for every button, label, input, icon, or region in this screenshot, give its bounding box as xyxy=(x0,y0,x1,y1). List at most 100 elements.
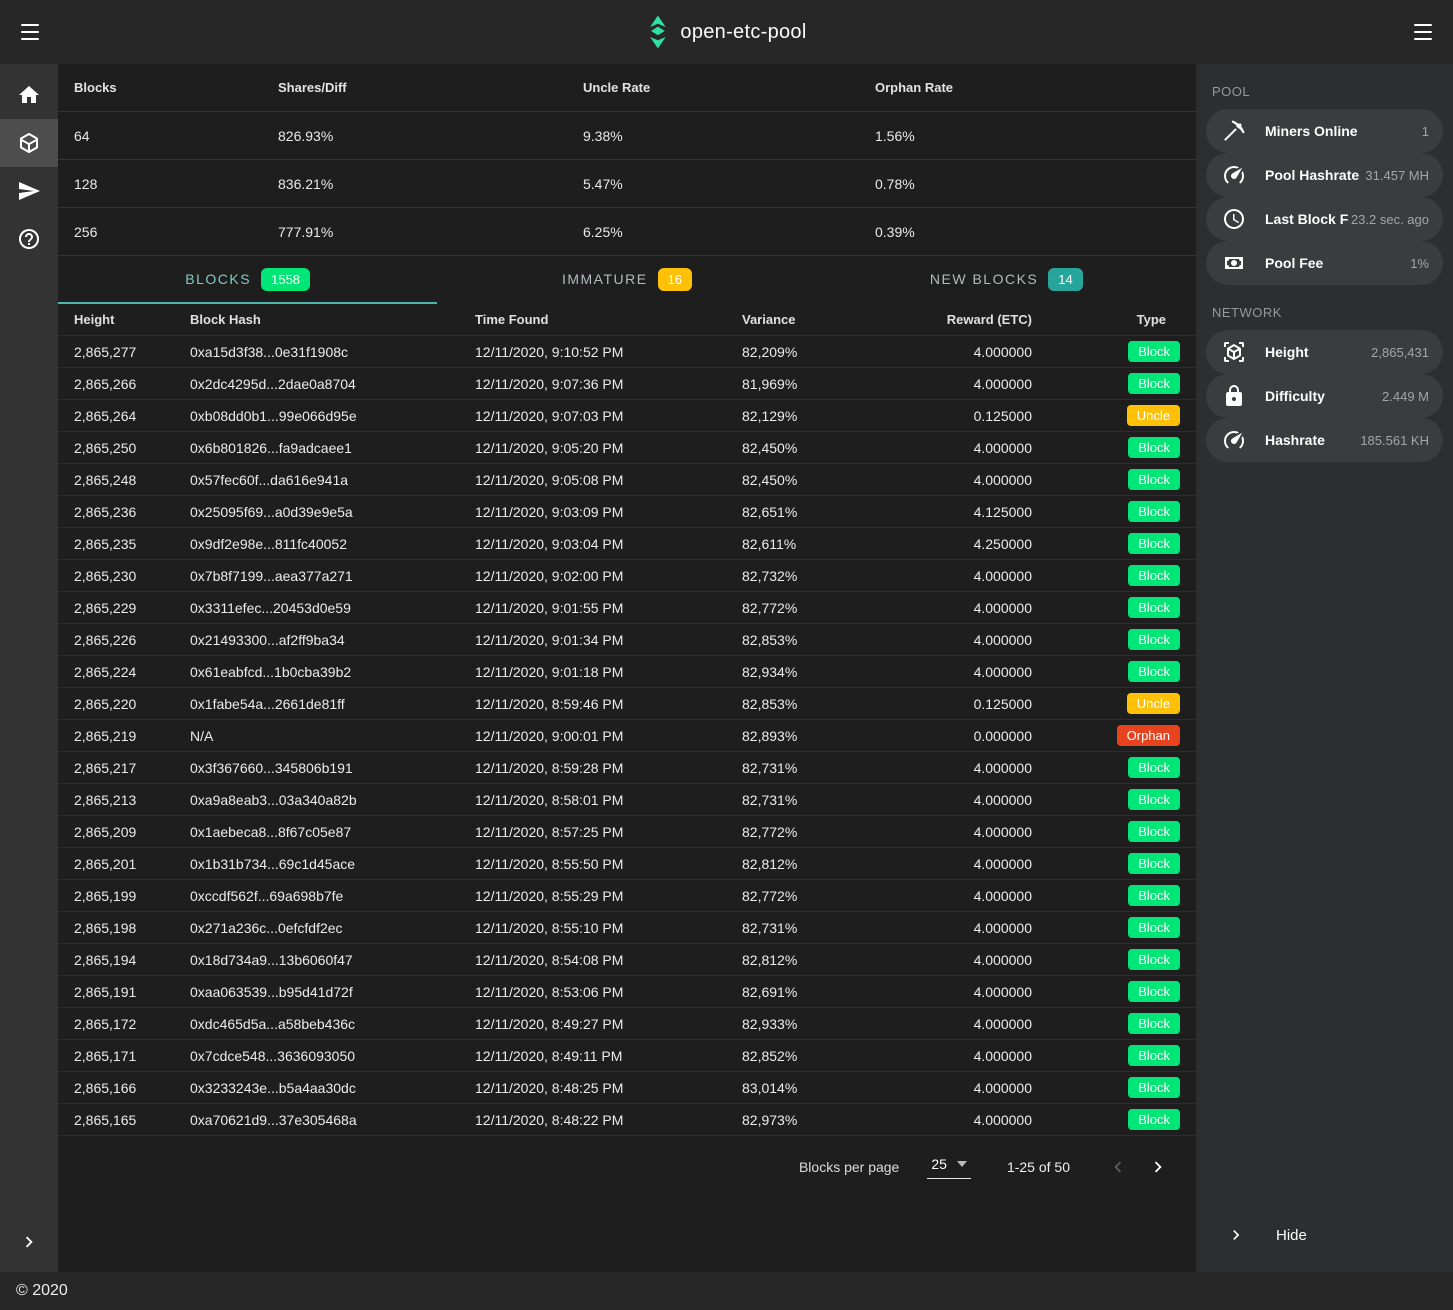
col-header-time: Time Found xyxy=(475,312,742,327)
pool-section-title: POOL xyxy=(1212,84,1437,99)
cell-time-found: 12/11/2020, 9:00:01 PM xyxy=(475,728,742,744)
cell-block-hash: 0xa15d3f38...0e31f1908c xyxy=(190,344,475,360)
cell-height: 2,865,226 xyxy=(58,632,190,648)
cell-time-found: 12/11/2020, 8:49:11 PM xyxy=(475,1048,742,1064)
stat-value: 2,865,431 xyxy=(1369,345,1429,360)
stat-pill: Pool Hashrate 31.457 MH xyxy=(1206,153,1443,197)
top-app-bar: open-etc-pool xyxy=(0,0,1453,64)
table-row: 2,865,250 0x6b801826...fa9adcaee1 12/11/… xyxy=(58,431,1196,463)
cell-variance: 82,731% xyxy=(742,920,922,936)
block-type-badge: Block xyxy=(1128,1109,1180,1130)
block-type-badge: Orphan xyxy=(1117,725,1180,746)
cell-reward: 4.000000 xyxy=(922,664,1032,680)
expand-rail-button[interactable] xyxy=(0,1218,58,1266)
table-row: 2,865,166 0x3233243e...b5a4aa30dc 12/11/… xyxy=(58,1071,1196,1103)
cell-height: 2,865,236 xyxy=(58,504,190,520)
cube-scan-icon xyxy=(1222,340,1246,364)
cell-time-found: 12/11/2020, 8:48:22 PM xyxy=(475,1112,742,1128)
cell-time-found: 12/11/2020, 9:01:55 PM xyxy=(475,600,742,616)
cell-block-hash: 0xdc465d5a...a58beb436c xyxy=(190,1016,475,1032)
block-type-badge: Block xyxy=(1128,341,1180,362)
block-type-badge: Block xyxy=(1128,565,1180,586)
stats-sidebar: POOL Miners Online 1 Pool Hashrate 31.45… xyxy=(1196,64,1453,1272)
cell-reward: 4.000000 xyxy=(922,632,1032,648)
cell-height: 2,865,199 xyxy=(58,888,190,904)
col-header-type: Type xyxy=(1032,312,1196,327)
help-circle-icon xyxy=(17,227,41,251)
block-type-badge: Block xyxy=(1128,533,1180,554)
cell-reward: 4.250000 xyxy=(922,536,1032,552)
table-row: 2,865,172 0xdc465d5a...a58beb436c 12/11/… xyxy=(58,1007,1196,1039)
cell-height: 2,865,235 xyxy=(58,536,190,552)
cell-reward: 4.000000 xyxy=(922,984,1032,1000)
block-type-badge: Block xyxy=(1128,1077,1180,1098)
stats-cell-shares: 777.91% xyxy=(278,224,583,240)
cell-reward: 4.000000 xyxy=(922,952,1032,968)
cell-variance: 82,209% xyxy=(742,344,922,360)
next-page-button[interactable] xyxy=(1138,1147,1178,1187)
cell-block-hash: 0x1aebeca8...8f67c05e87 xyxy=(190,824,475,840)
nav-payments-button[interactable] xyxy=(0,167,58,215)
tab[interactable]: NEW BLOCKS 14 xyxy=(817,256,1196,304)
cell-block-hash: 0xaa063539...b95d41d72f xyxy=(190,984,475,1000)
block-type-badge: Block xyxy=(1128,885,1180,906)
stat-label: Pool Fee xyxy=(1265,255,1323,271)
table-row: 2,865,277 0xa15d3f38...0e31f1908c 12/11/… xyxy=(58,335,1196,367)
block-type-badge: Block xyxy=(1128,629,1180,650)
block-type-badge: Block xyxy=(1128,757,1180,778)
table-row: 2,865,199 0xccdf562f...69a698b7fe 12/11/… xyxy=(58,879,1196,911)
cell-block-hash: 0x57fec60f...da616e941a xyxy=(190,472,475,488)
stats-cell-blocks: 128 xyxy=(58,176,278,192)
tab[interactable]: BLOCKS 1558 xyxy=(58,256,437,304)
cell-block-hash: 0x271a236c...0efcfdf2ec xyxy=(190,920,475,936)
stat-label: Height xyxy=(1265,344,1309,360)
cell-height: 2,865,217 xyxy=(58,760,190,776)
cell-height: 2,865,191 xyxy=(58,984,190,1000)
cell-reward: 4.000000 xyxy=(922,1112,1032,1128)
stats-table-row: 128 836.21% 5.47% 0.78% xyxy=(58,160,1196,208)
cell-variance: 82,852% xyxy=(742,1048,922,1064)
table-row: 2,865,236 0x25095f69...a0d39e9e5a 12/11/… xyxy=(58,495,1196,527)
tab[interactable]: IMMATURE 16 xyxy=(437,256,816,304)
menu-hamburger-icon-right[interactable] xyxy=(1403,12,1443,52)
tab-count-badge: 14 xyxy=(1048,268,1082,291)
cell-block-hash: 0x1b31b734...69c1d45ace xyxy=(190,856,475,872)
hide-sidebar-button[interactable]: Hide xyxy=(1206,1210,1443,1260)
stats-cell-shares: 836.21% xyxy=(278,176,583,192)
menu-hamburger-icon-left[interactable] xyxy=(10,12,50,52)
col-header-variance: Variance xyxy=(742,312,922,327)
prev-page-button[interactable] xyxy=(1098,1147,1138,1187)
nav-help-button[interactable] xyxy=(0,215,58,263)
nav-home-button[interactable] xyxy=(0,71,58,119)
block-type-badge: Block xyxy=(1128,853,1180,874)
cell-height: 2,865,209 xyxy=(58,824,190,840)
per-page-select[interactable]: 25 xyxy=(927,1154,971,1179)
cell-reward: 4.000000 xyxy=(922,440,1032,456)
app-window: open-etc-pool xyxy=(0,0,1453,1310)
cell-variance: 82,731% xyxy=(742,760,922,776)
cell-height: 2,865,166 xyxy=(58,1080,190,1096)
table-row: 2,865,264 0xb08dd0b1...99e066d95e 12/11/… xyxy=(58,399,1196,431)
cell-reward: 4.000000 xyxy=(922,760,1032,776)
cell-time-found: 12/11/2020, 9:05:08 PM xyxy=(475,472,742,488)
nav-blocks-button[interactable] xyxy=(0,119,58,167)
table-row: 2,865,198 0x271a236c...0efcfdf2ec 12/11/… xyxy=(58,911,1196,943)
per-page-label: Blocks per page xyxy=(799,1159,899,1175)
cell-height: 2,865,198 xyxy=(58,920,190,936)
cell-block-hash: 0x3311efec...20453d0e59 xyxy=(190,600,475,616)
cell-height: 2,865,230 xyxy=(58,568,190,584)
cell-block-hash: 0x61eabfcd...1b0cba39b2 xyxy=(190,664,475,680)
chevron-right-icon xyxy=(1226,1225,1246,1245)
per-page-value: 25 xyxy=(931,1156,947,1172)
cell-time-found: 12/11/2020, 8:55:10 PM xyxy=(475,920,742,936)
stat-value: 185.561 KH xyxy=(1358,433,1429,448)
stats-cell-orphan: 1.56% xyxy=(875,128,1196,144)
cell-reward: 4.000000 xyxy=(922,344,1032,360)
cell-height: 2,865,248 xyxy=(58,472,190,488)
gauge-icon xyxy=(1222,428,1246,452)
cell-variance: 82,812% xyxy=(742,952,922,968)
etc-logo-icon xyxy=(646,15,668,49)
table-row: 2,865,266 0x2dc4295d...2dae0a8704 12/11/… xyxy=(58,367,1196,399)
table-row: 2,865,201 0x1b31b734...69c1d45ace 12/11/… xyxy=(58,847,1196,879)
lock-icon xyxy=(1222,384,1246,408)
